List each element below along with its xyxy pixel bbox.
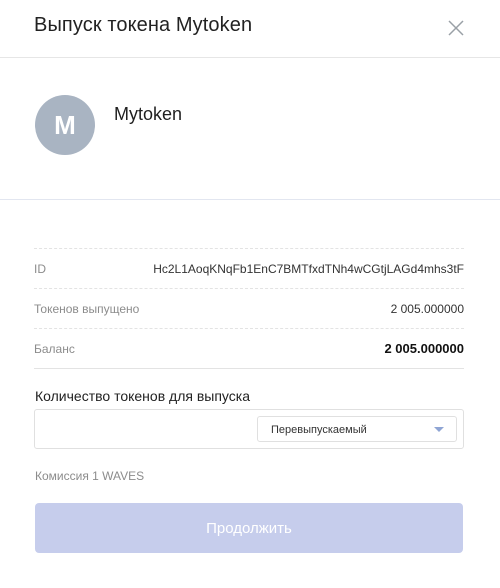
dialog-title: Выпуск токена Mytoken — [34, 14, 253, 36]
amount-input[interactable] — [35, 410, 250, 448]
info-row-id: ID Hc2L1AoqKNqFb1EnC7BMTfxdTNh4wCGtjLAGd… — [34, 248, 464, 288]
info-value-id: Hc2L1AoqKNqFb1EnC7BMTfxdTNh4wCGtjLAGd4mh… — [153, 261, 464, 276]
info-label-issued: Токенов выпущено — [34, 301, 140, 316]
info-label-balance: Баланс — [34, 341, 75, 356]
token-name: Mytoken — [114, 104, 183, 124]
dialog-header: Выпуск токена Mytoken — [0, 0, 500, 58]
close-icon[interactable] — [446, 18, 466, 38]
continue-button[interactable]: Продолжить — [35, 503, 463, 553]
token-summary: M Mytoken — [0, 58, 500, 200]
chevron-down-icon — [434, 427, 444, 432]
token-avatar: M — [35, 95, 95, 155]
info-row-balance: Баланс 2 005.000000 — [34, 328, 464, 369]
reissue-select[interactable]: Перевыпускаемый — [257, 416, 457, 442]
amount-field-label: Количество токенов для выпуска — [35, 388, 250, 404]
info-row-issued: Токенов выпущено 2 005.000000 — [34, 288, 464, 328]
info-label-id: ID — [34, 261, 46, 276]
info-value-balance: 2 005.000000 — [384, 341, 464, 356]
amount-field-container: Перевыпускаемый — [34, 409, 464, 449]
token-info-table: ID Hc2L1AoqKNqFb1EnC7BMTfxdTNh4wCGtjLAGd… — [34, 248, 464, 369]
info-value-issued: 2 005.000000 — [390, 301, 464, 316]
reissue-select-value: Перевыпускаемый — [271, 424, 367, 436]
fee-text: Комиссия 1 WAVES — [35, 469, 145, 483]
